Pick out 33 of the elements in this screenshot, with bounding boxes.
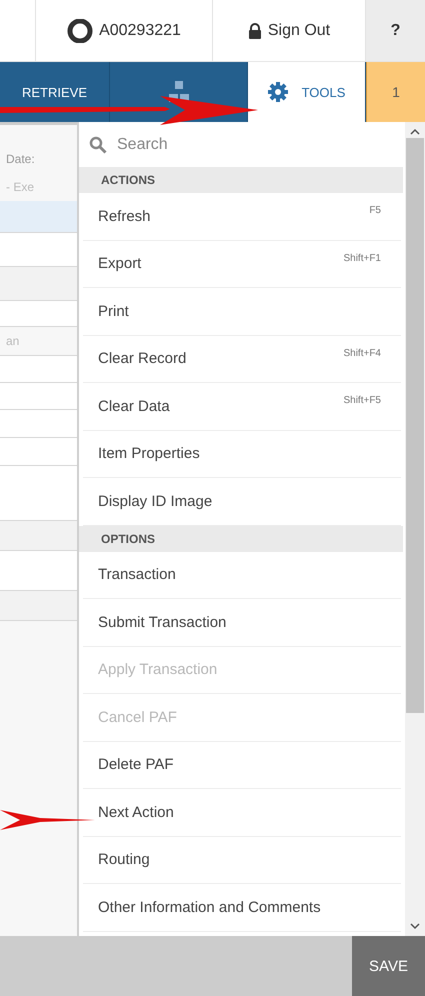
shortcut-text: F5 xyxy=(369,205,381,216)
caret-down-icon[interactable] xyxy=(410,922,420,930)
menu-item[interactable]: Other Information and Comments xyxy=(83,884,401,932)
scrollbar-thumb[interactable] xyxy=(406,138,424,713)
user-id: A00293221 xyxy=(99,22,181,40)
menu-item[interactable]: Clear Record Shift+F4 xyxy=(83,336,401,383)
menu-item[interactable]: Transaction xyxy=(83,552,401,599)
sign-out-link[interactable]: Sign Out xyxy=(268,22,330,40)
menu-item[interactable]: Routing xyxy=(83,836,401,884)
menu-item[interactable]: Submit Transaction xyxy=(83,599,401,646)
menu-section-header: OPTIONS xyxy=(79,526,403,552)
caret-up-icon[interactable] xyxy=(410,128,420,136)
menu-item[interactable]: Export Shift+F1 xyxy=(83,240,401,288)
shortcut-text: Shift+F5 xyxy=(343,395,381,406)
shortcut-text: Shift+F1 xyxy=(343,252,381,264)
shortcut-text: Shift+F4 xyxy=(343,348,381,358)
menu-item[interactable]: Item Properties xyxy=(83,430,401,478)
nav-tab[interactable]: TOOLS xyxy=(248,62,366,122)
scrollbar[interactable] xyxy=(405,122,425,936)
gear-icon xyxy=(268,82,288,102)
search-icon xyxy=(89,136,107,154)
form-text: Date: xyxy=(5,151,36,168)
menu-item[interactable]: Next Action xyxy=(83,789,401,836)
lock-icon xyxy=(248,22,262,38)
menu-item[interactable]: Refresh F5 xyxy=(83,193,401,240)
menu-section-header: ACTIONS xyxy=(79,167,403,193)
count-badge: 1 xyxy=(366,62,425,122)
menu-item[interactable]: Delete PAF xyxy=(83,742,401,789)
form-text: - Exe xyxy=(5,179,36,196)
save-button[interactable]: SAVE xyxy=(352,936,425,996)
menu-item[interactable]: Clear Data Shift+F5 xyxy=(83,383,401,430)
user-avatar-icon xyxy=(67,18,94,42)
menu-item[interactable]: Print xyxy=(83,288,401,336)
